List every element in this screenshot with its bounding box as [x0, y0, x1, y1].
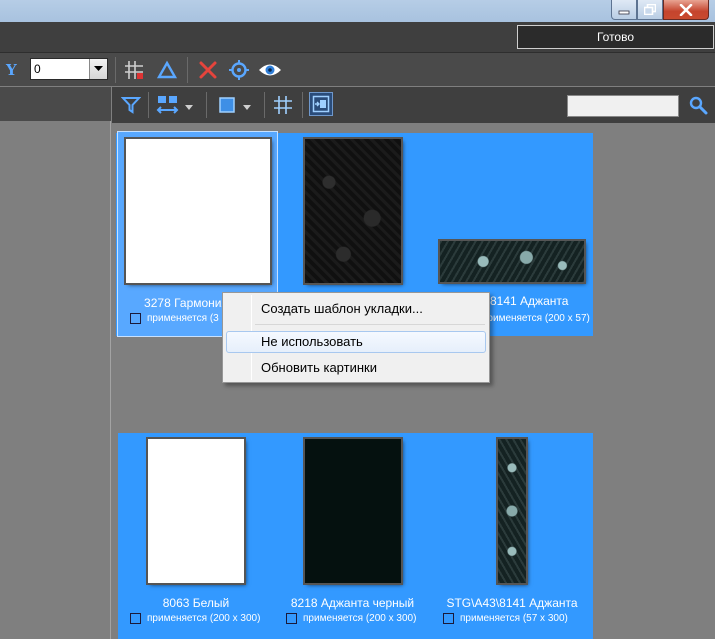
- toolbar-separator: [148, 92, 149, 118]
- red-x-icon: [199, 61, 217, 79]
- view-mode-button[interactable]: [215, 93, 239, 117]
- panel-toggle-button[interactable]: [309, 92, 333, 116]
- use-checkbox[interactable]: [286, 613, 297, 624]
- window-title-bar: [0, 0, 715, 22]
- usage-text: применяется (200 x 57): [482, 313, 590, 324]
- chevron-down-icon: [243, 104, 251, 110]
- texture-usage: применяется (200 x 300): [130, 613, 260, 624]
- view-mode-dropdown-button[interactable]: [240, 95, 254, 119]
- grid-view-button[interactable]: [271, 93, 295, 117]
- texture-name: 8218 Аджанта черный: [290, 596, 415, 610]
- texture-thumbnail: [126, 139, 270, 283]
- panel-icon: [312, 95, 330, 113]
- use-checkbox[interactable]: [443, 613, 454, 624]
- chevron-down-icon: [185, 104, 193, 110]
- triangle-tool-button[interactable]: [155, 58, 179, 82]
- library-toolbar: [112, 87, 715, 123]
- minimize-button[interactable]: [611, 0, 637, 20]
- restore-button[interactable]: [637, 0, 663, 20]
- level-combo[interactable]: 0: [30, 58, 108, 80]
- usage-text: применяется (57 x 300): [460, 613, 568, 624]
- view-button[interactable]: [258, 58, 282, 82]
- eye-icon: [259, 64, 281, 76]
- texture-thumbnail: [498, 439, 526, 583]
- usage-text: применяется (200 x 300): [147, 613, 261, 624]
- y-axis-icon: Y: [6, 61, 17, 79]
- left-panel: [0, 87, 111, 639]
- texture-tile[interactable]: 8218 Аджанта черный применяется (200 x 3…: [274, 433, 431, 639]
- search-button[interactable]: [686, 93, 710, 117]
- create-layout-template-item[interactable]: Создать шаблон укладки...: [226, 298, 486, 320]
- toolbar-separator: [187, 57, 188, 83]
- texture-thumbnail: [440, 241, 584, 282]
- chevron-down-icon: [94, 66, 103, 71]
- search-input[interactable]: [567, 95, 679, 117]
- filter-button[interactable]: [119, 93, 143, 117]
- triangle-icon: [157, 60, 177, 79]
- usage-text: применяется (3: [147, 313, 219, 324]
- delete-button[interactable]: [196, 58, 220, 82]
- grid-red-icon: [125, 61, 143, 79]
- sort-arrows-icon: [156, 96, 179, 114]
- toolbar-separator: [115, 57, 116, 83]
- target-button[interactable]: [227, 58, 251, 82]
- combo-dropdown-button[interactable]: [89, 59, 107, 79]
- use-checkbox[interactable]: [130, 313, 141, 324]
- texture-name: 2\8141 Аджанта: [480, 294, 569, 308]
- texture-usage: применяется (57 x 300): [443, 613, 568, 624]
- usage-text: применяется (200 x 300): [303, 613, 417, 624]
- close-window-button[interactable]: [663, 0, 709, 20]
- sort-button[interactable]: [156, 93, 180, 117]
- restore-icon: [644, 4, 656, 15]
- texture-name: 8063 Белый: [162, 596, 230, 610]
- filter-icon: [121, 97, 141, 114]
- refresh-images-item[interactable]: Обновить картинки: [226, 357, 486, 379]
- left-panel-toolbar: [0, 87, 111, 121]
- texture-thumbnail: [305, 439, 401, 583]
- texture-name: STG\A43\8141 Аджанта: [446, 596, 578, 610]
- ready-button[interactable]: Готово: [517, 25, 714, 49]
- texture-tile[interactable]: 8063 Белый применяется (200 x 300): [118, 433, 274, 639]
- header-bar: Готово: [0, 22, 715, 52]
- level-combo-value: 0: [34, 62, 41, 76]
- search-icon: [689, 96, 708, 115]
- context-menu: Создать шаблон укладки... Не использоват…: [222, 292, 490, 383]
- minimize-icon: [618, 10, 630, 14]
- texture-name: 3278 Гармония: [144, 296, 228, 310]
- texture-tile[interactable]: STG\A43\8141 Аджанта применяется (57 x 3…: [431, 433, 593, 639]
- toolbar-separator: [206, 92, 207, 118]
- toolbar-separator: [302, 92, 303, 118]
- close-icon: [679, 3, 693, 16]
- texture-usage: применяется (3: [130, 313, 219, 324]
- texture-usage: применяется (200 x 300): [286, 613, 416, 624]
- target-icon: [229, 60, 249, 80]
- context-menu-separator: [255, 324, 485, 325]
- toolbar-separator: [264, 92, 265, 118]
- grid-tool-button[interactable]: [122, 58, 146, 82]
- window-controls: [611, 0, 709, 20]
- use-checkbox[interactable]: [130, 613, 141, 624]
- main-toolbar: Y 0: [0, 52, 715, 86]
- square-icon: [219, 97, 235, 113]
- texture-usage: применяется (200 x 57): [482, 313, 590, 324]
- texture-thumbnail: [148, 439, 244, 583]
- do-not-use-item[interactable]: Не использовать: [226, 331, 486, 353]
- texture-thumbnail: [305, 139, 401, 283]
- sort-dropdown-button[interactable]: [182, 95, 196, 119]
- grid-icon: [274, 96, 292, 114]
